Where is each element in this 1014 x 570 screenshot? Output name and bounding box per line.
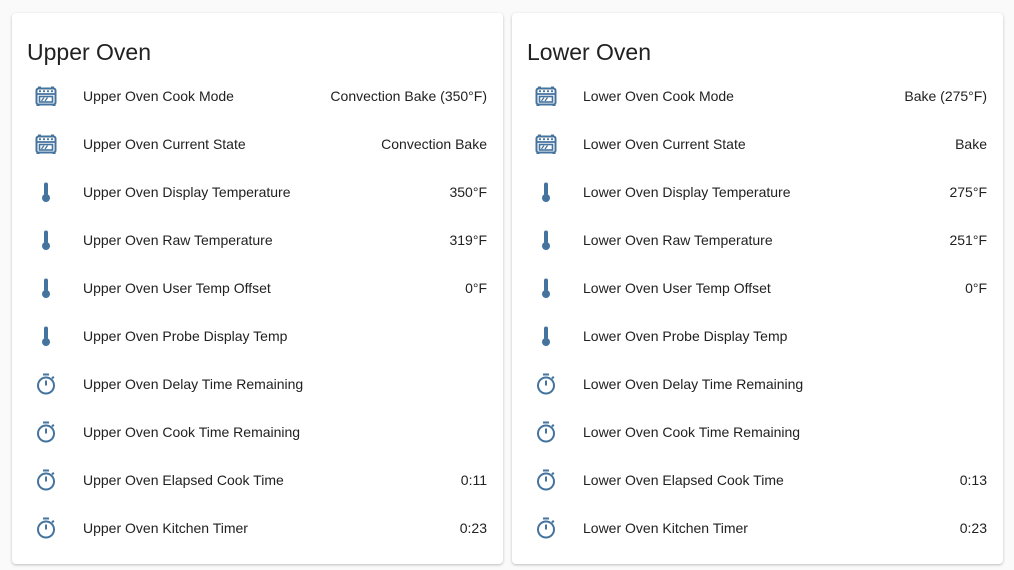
upper-oven-card: Upper Oven Upper Oven Cook Mode Convectio…	[12, 13, 503, 564]
entity-name[interactable]: Upper Oven Current State	[83, 134, 246, 154]
timer-icon	[34, 372, 58, 396]
entity-row[interactable]: Lower Oven Delay Time Remaining	[512, 360, 1003, 408]
entity-row[interactable]: Lower Oven Current State Bake	[512, 120, 1003, 168]
thermometer-icon	[34, 276, 58, 300]
entity-row[interactable]: Upper Oven Probe Display Temp	[12, 312, 503, 360]
thermometer-icon	[34, 228, 58, 252]
entity-state: 0°F	[465, 280, 487, 296]
thermometer-icon	[534, 228, 558, 252]
entity-name[interactable]: Upper Oven Cook Time Remaining	[83, 422, 300, 442]
entity-name[interactable]: Upper Oven Kitchen Timer	[83, 518, 248, 538]
entity-row[interactable]: Lower Oven User Temp Offset 0°F	[512, 264, 1003, 312]
entity-name[interactable]: Upper Oven Raw Temperature	[83, 230, 273, 250]
entity-name[interactable]: Lower Oven Elapsed Cook Time	[583, 470, 784, 490]
entity-row[interactable]: Lower Oven Cook Mode Bake (275°F)	[512, 72, 1003, 120]
thermometer-icon	[534, 324, 558, 348]
entity-name[interactable]: Lower Oven Current State	[583, 134, 746, 154]
entity-row[interactable]: Lower Oven Raw Temperature 251°F	[512, 216, 1003, 264]
entity-name[interactable]: Lower Oven Raw Temperature	[583, 230, 773, 250]
entity-state: 350°F	[449, 184, 487, 200]
entity-name[interactable]: Lower Oven Delay Time Remaining	[583, 374, 803, 394]
entity-state: 0°F	[965, 280, 987, 296]
entity-name[interactable]: Upper Oven Elapsed Cook Time	[83, 470, 284, 490]
entity-row[interactable]: Upper Oven Raw Temperature 319°F	[12, 216, 503, 264]
entity-name[interactable]: Lower Oven Cook Mode	[583, 86, 734, 106]
stove-icon	[34, 132, 58, 156]
entity-state: 0:23	[459, 520, 487, 536]
entity-row[interactable]: Lower Oven Probe Display Temp	[512, 312, 1003, 360]
entity-name[interactable]: Upper Oven Cook Mode	[83, 86, 234, 106]
thermometer-icon	[34, 324, 58, 348]
entity-row[interactable]: Upper Oven User Temp Offset 0°F	[12, 264, 503, 312]
timer-icon	[34, 420, 58, 444]
thermometer-icon	[534, 276, 558, 300]
entity-name[interactable]: Upper Oven Probe Display Temp	[83, 326, 287, 346]
entity-row[interactable]: Upper Oven Cook Time Remaining	[12, 408, 503, 456]
timer-icon	[534, 468, 558, 492]
entity-name[interactable]: Lower Oven User Temp Offset	[583, 278, 771, 298]
entity-row[interactable]: Upper Oven Cook Mode Convection Bake (350…	[12, 72, 503, 120]
entity-row[interactable]: Lower Oven Kitchen Timer 0:23	[512, 504, 1003, 552]
stove-icon	[534, 84, 558, 108]
entity-state: 0:11	[460, 472, 487, 488]
entity-name[interactable]: Upper Oven Display Temperature	[83, 182, 291, 202]
entity-name[interactable]: Upper Oven User Temp Offset	[83, 278, 271, 298]
entity-list: Upper Oven Cook Mode Convection Bake (350…	[12, 72, 503, 552]
card-title: Lower Oven	[527, 39, 652, 65]
entity-state: Bake	[955, 136, 987, 152]
entity-state: 319°F	[449, 232, 487, 248]
entity-row[interactable]: Lower Oven Elapsed Cook Time 0:13	[512, 456, 1003, 504]
entity-name[interactable]: Lower Oven Display Temperature	[583, 182, 791, 202]
entity-state: 251°F	[949, 232, 987, 248]
timer-icon	[534, 420, 558, 444]
timer-icon	[34, 516, 58, 540]
thermometer-icon	[534, 180, 558, 204]
entity-row[interactable]: Upper Oven Kitchen Timer 0:23	[12, 504, 503, 552]
entity-row[interactable]: Upper Oven Display Temperature 350°F	[12, 168, 503, 216]
timer-icon	[534, 516, 558, 540]
card-title: Upper Oven	[27, 39, 152, 65]
entity-row[interactable]: Upper Oven Elapsed Cook Time 0:11	[12, 456, 503, 504]
entity-state: 0:13	[959, 472, 987, 488]
stove-icon	[534, 132, 558, 156]
entity-name[interactable]: Lower Oven Probe Display Temp	[583, 326, 787, 346]
entity-state: Convection Bake	[381, 136, 487, 152]
entity-row[interactable]: Upper Oven Delay Time Remaining	[12, 360, 503, 408]
entity-row[interactable]: Upper Oven Current State Convection Bake	[12, 120, 503, 168]
stove-icon	[34, 84, 58, 108]
thermometer-icon	[34, 180, 58, 204]
entity-name[interactable]: Lower Oven Kitchen Timer	[583, 518, 748, 538]
timer-icon	[534, 372, 558, 396]
entity-state: Convection Bake (350°F)	[330, 88, 487, 104]
entity-state: Bake (275°F)	[904, 88, 987, 104]
entity-name[interactable]: Upper Oven Delay Time Remaining	[83, 374, 303, 394]
entity-state: 275°F	[949, 184, 987, 200]
entity-row[interactable]: Lower Oven Display Temperature 275°F	[512, 168, 1003, 216]
timer-icon	[34, 468, 58, 492]
entity-list: Lower Oven Cook Mode Bake (275°F) Lower Ov…	[512, 72, 1003, 552]
entity-row[interactable]: Lower Oven Cook Time Remaining	[512, 408, 1003, 456]
entity-name[interactable]: Lower Oven Cook Time Remaining	[583, 422, 800, 442]
entity-state: 0:23	[959, 520, 987, 536]
lower-oven-card: Lower Oven Lower Oven Cook Mode Bake (275…	[512, 13, 1003, 564]
